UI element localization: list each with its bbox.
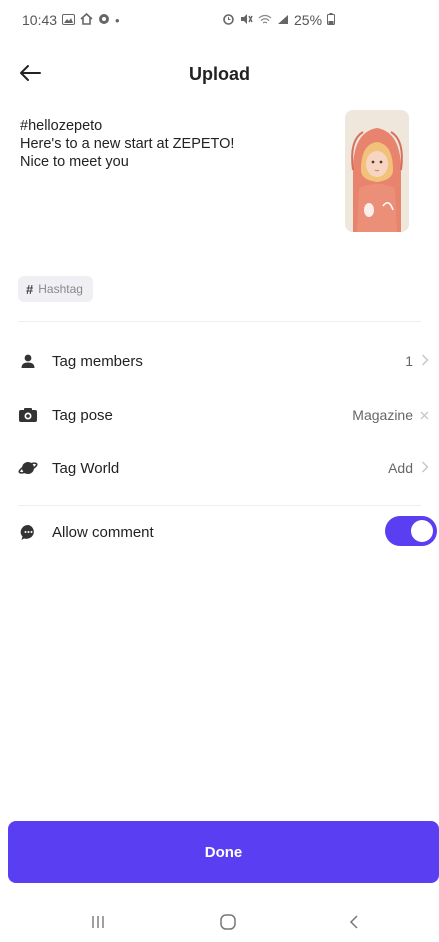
gallery-icon: [62, 13, 76, 28]
home-icon: [80, 12, 93, 28]
battery-level: 25%: [294, 12, 323, 28]
post-thumbnail[interactable]: [345, 110, 409, 232]
person-icon: [18, 351, 38, 371]
toggle-knob: [411, 520, 433, 542]
divider: [18, 505, 421, 506]
caption-input[interactable]: #hellozepeto Here's to a new start at ZE…: [20, 117, 320, 171]
signal-icon: [277, 13, 289, 28]
hash-icon: #: [26, 281, 34, 297]
header: Upload: [0, 52, 439, 98]
mute-icon: [240, 13, 253, 28]
chevron-right-icon: [421, 353, 429, 369]
avatar-image: [345, 110, 409, 232]
tag-members-label: Tag members: [52, 352, 143, 370]
tag-world-row[interactable]: Tag World Add: [0, 448, 439, 488]
status-left: 10:43 •: [22, 12, 120, 28]
settings-icon: [98, 13, 110, 28]
close-icon[interactable]: [420, 407, 429, 423]
status-time: 10:43: [22, 12, 58, 28]
page-title: Upload: [189, 64, 250, 84]
divider: [18, 321, 421, 322]
tag-pose-value: Magazine: [352, 407, 413, 423]
hashtag-button[interactable]: # Hashtag: [18, 276, 93, 302]
allow-comment-row: Allow comment: [0, 512, 439, 552]
system-nav-bar: [0, 900, 439, 942]
home-circle-icon[interactable]: [208, 908, 248, 936]
hashtag-label: Hashtag: [38, 282, 83, 296]
done-button[interactable]: Done: [8, 821, 439, 883]
planet-icon: [18, 458, 38, 478]
status-right: 25%: [222, 12, 336, 28]
tag-members-count: 1: [405, 353, 413, 369]
comment-icon: [18, 522, 38, 542]
tag-world-value: Add: [388, 460, 413, 476]
status-bar: 10:43 • 25%: [0, 0, 439, 44]
wifi-icon: [258, 13, 272, 28]
pose-icon: [18, 405, 38, 425]
tag-pose-row[interactable]: Tag pose Magazine: [0, 395, 439, 435]
alarm-icon: [222, 13, 235, 28]
recents-icon[interactable]: [78, 908, 118, 936]
battery-icon: [327, 12, 336, 28]
tag-world-label: Tag World: [52, 459, 120, 477]
chevron-right-icon: [421, 460, 429, 476]
tag-members-row[interactable]: Tag members 1: [0, 341, 439, 381]
dot-icon: •: [115, 12, 120, 28]
back-chevron-icon[interactable]: [334, 908, 374, 936]
allow-comment-toggle[interactable]: [385, 516, 437, 546]
allow-comment-label: Allow comment: [52, 523, 154, 541]
tag-pose-label: Tag pose: [52, 406, 113, 424]
